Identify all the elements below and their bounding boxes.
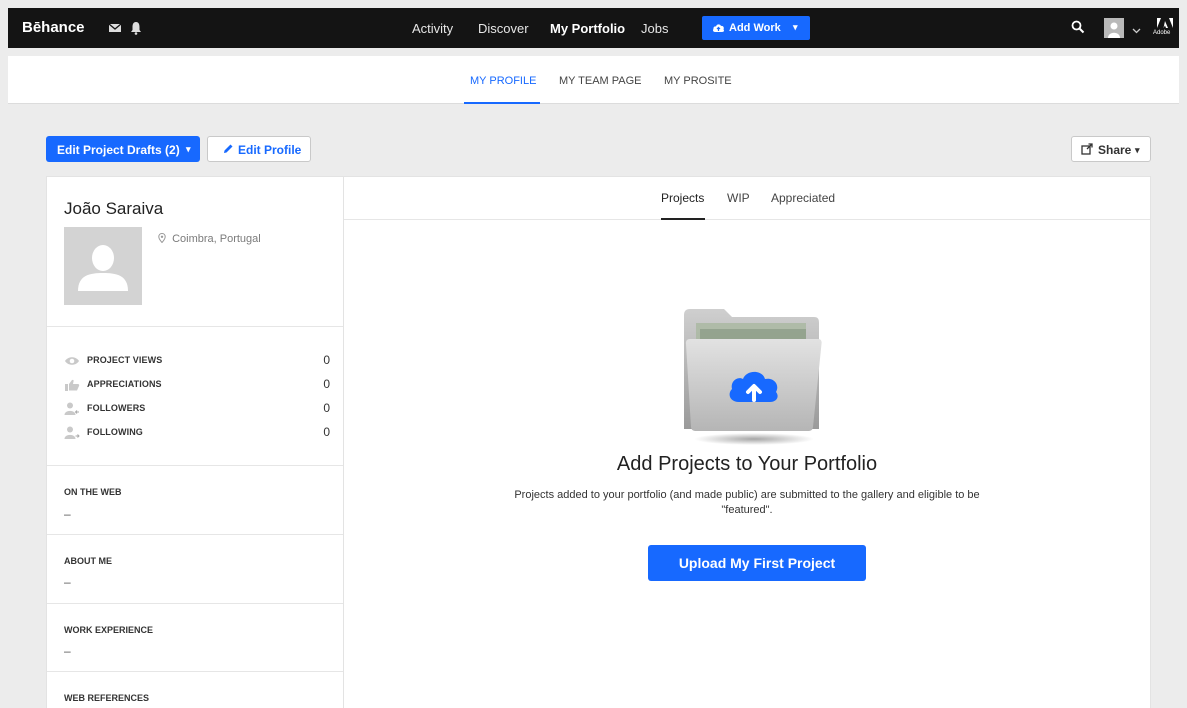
stat-label: FOLLOWERS <box>87 403 146 413</box>
add-work-label: Add Work <box>729 22 781 34</box>
stat-project-views: PROJECT VIEWS 0 <box>64 353 330 369</box>
following-icon <box>64 426 80 445</box>
active-tab-indicator <box>464 102 540 104</box>
stat-following: FOLLOWING 0 <box>64 425 330 441</box>
mail-icon[interactable] <box>108 21 122 35</box>
section-title-on-the-web: ON THE WEB <box>64 487 122 497</box>
edit-profile-label: Edit Profile <box>238 143 302 157</box>
thumbs-up-icon <box>64 378 80 396</box>
edit-project-drafts-button[interactable]: Edit Project Drafts (2) ▾ <box>46 136 200 162</box>
divider <box>47 465 343 466</box>
section-value-work-experience: – <box>64 644 71 658</box>
chevron-down-icon: ▾ <box>793 22 798 32</box>
stat-value: 0 <box>323 353 330 367</box>
tab-projects[interactable]: Projects <box>661 191 704 205</box>
stat-value: 0 <box>323 377 330 391</box>
divider <box>47 603 343 604</box>
stat-followers: FOLLOWERS 0 <box>64 401 330 417</box>
edit-profile-button[interactable]: Edit Profile <box>207 136 311 162</box>
profile-subnav: MY PROFILE MY TEAM PAGE MY PROSITE <box>8 56 1179 104</box>
adobe-logo[interactable]: Adobe <box>1153 17 1175 46</box>
external-link-icon <box>1081 143 1093 158</box>
location-pin-icon <box>158 232 172 245</box>
add-work-button[interactable]: Add Work ▾ <box>702 16 810 40</box>
stat-label: APPRECIATIONS <box>87 379 162 389</box>
section-title-about-me: ABOUT ME <box>64 556 112 566</box>
eye-icon <box>64 354 80 372</box>
upload-first-project-button[interactable]: Upload My First Project <box>648 545 866 581</box>
stat-appreciations: APPRECIATIONS 0 <box>64 377 330 393</box>
stat-label: FOLLOWING <box>87 427 143 437</box>
nav-my-portfolio[interactable]: My Portfolio <box>550 21 625 36</box>
tab-wip[interactable]: WIP <box>727 191 750 205</box>
divider <box>47 534 343 535</box>
profile-sidebar: João Saraiva Coimbra, Portugal PROJECT V… <box>46 176 343 708</box>
section-value-about-me: – <box>64 575 71 589</box>
section-value-on-the-web: – <box>64 507 71 521</box>
projects-panel: Projects WIP Appreciated Add Projects to… <box>343 176 1151 708</box>
edit-drafts-label: Edit Project Drafts (2) <box>57 143 180 157</box>
profile-location: Coimbra, Portugal <box>158 232 261 245</box>
content-tabs: Projects WIP Appreciated <box>344 177 1150 220</box>
divider <box>47 671 343 672</box>
tab-appreciated[interactable]: Appreciated <box>771 191 835 205</box>
active-tab-indicator <box>661 218 705 220</box>
chevron-down-icon: ▾ <box>1135 145 1140 155</box>
adobe-label: Adobe <box>1153 30 1171 36</box>
stat-value: 0 <box>323 425 330 439</box>
nav-jobs[interactable]: Jobs <box>641 21 668 36</box>
behance-logo[interactable]: Bēhance <box>22 19 85 36</box>
chevron-down-icon[interactable] <box>1132 22 1141 40</box>
empty-state-title: Add Projects to Your Portfolio <box>616 453 878 475</box>
stat-label: PROJECT VIEWS <box>87 355 163 365</box>
user-avatar[interactable] <box>1104 18 1124 38</box>
pencil-icon <box>222 143 234 158</box>
empty-state-description: Projects added to your portfolio (and ma… <box>514 489 980 516</box>
search-icon[interactable] <box>1071 20 1085 39</box>
profile-name: João Saraiva <box>64 199 164 218</box>
share-label: Share <box>1098 143 1132 157</box>
tab-my-profile[interactable]: MY PROFILE <box>470 75 536 87</box>
chevron-down-icon: ▾ <box>186 144 191 154</box>
followers-icon <box>64 402 80 421</box>
nav-discover[interactable]: Discover <box>478 21 529 36</box>
nav-activity[interactable]: Activity <box>412 21 453 36</box>
folder-upload-icon <box>684 309 822 445</box>
bell-icon[interactable] <box>129 21 143 35</box>
section-title-web-references: WEB REFERENCES <box>64 693 150 703</box>
top-navbar: Bēhance Activity Discover My Portfolio J… <box>8 8 1179 48</box>
share-button[interactable]: Share ▾ <box>1071 136 1151 162</box>
divider <box>47 326 343 327</box>
tab-my-prosite[interactable]: MY PROSITE <box>664 75 732 87</box>
location-text: Coimbra, Portugal <box>172 233 261 245</box>
profile-avatar[interactable] <box>64 227 142 305</box>
stat-value: 0 <box>323 401 330 415</box>
cloud-upload-icon <box>712 22 725 36</box>
section-title-work-experience: WORK EXPERIENCE <box>64 625 154 635</box>
tab-my-team-page[interactable]: MY TEAM PAGE <box>559 75 642 87</box>
